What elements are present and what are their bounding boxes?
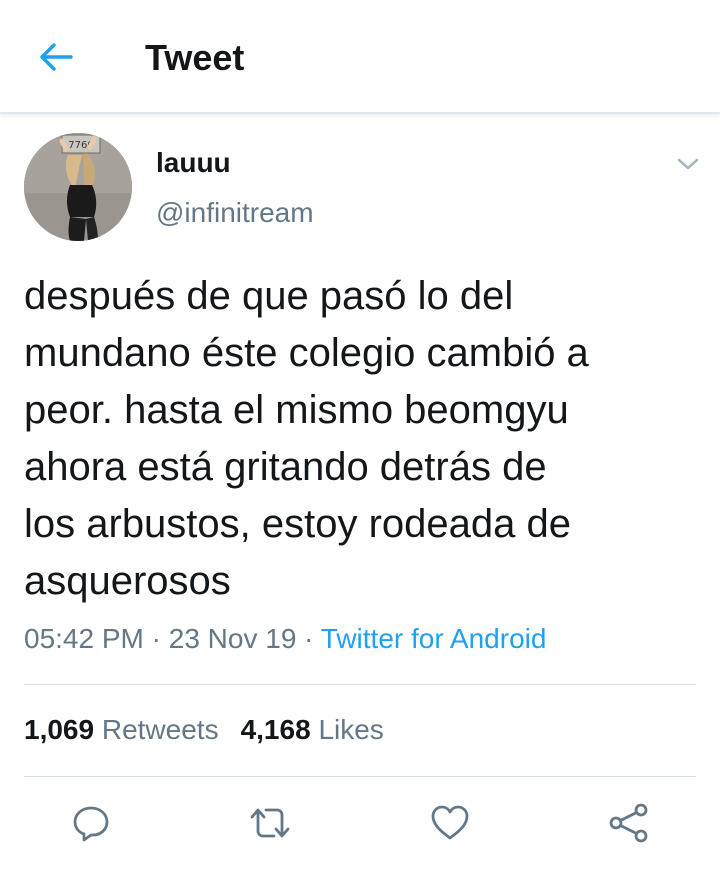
display-name[interactable]: lauuu [156,146,231,180]
tweet-text: después de que pasó lo del mundano éste … [24,274,589,603]
share-icon [609,803,648,843]
retweets-count: 1,069 [24,714,95,745]
avatar-photo: 7760 [24,133,132,241]
top-app-bar: Tweet [0,0,720,114]
chevron-down-icon [677,158,699,170]
likes-count: 4,168 [240,714,311,745]
arrow-left-icon [40,43,73,71]
share-button[interactable] [607,802,651,844]
tweet-time: 05:42 PM [24,623,144,654]
reply-icon [73,806,109,842]
tweet-date: 23 Nov 19 [168,623,297,654]
divider [24,776,696,777]
tweet-source-link[interactable]: Twitter for Android [321,623,547,654]
retweets-label: Retweets [101,714,219,745]
retweets-stat[interactable]: 1,069 Retweets [24,714,219,745]
like-button[interactable] [428,802,472,844]
reply-button[interactable] [69,802,113,844]
avatar[interactable]: 7760 [24,133,132,241]
tweet-options-button[interactable] [672,150,704,178]
retweet-button[interactable] [248,802,292,844]
likes-stat[interactable]: 4,168 Likes [241,714,384,745]
page-title: Tweet [145,37,245,78]
meta-separator: · [143,623,169,654]
meta-separator: · [296,623,321,654]
tweet-stats: 1,069 Retweets 4,168 Likes [24,713,384,747]
likes-label: Likes [318,714,384,745]
tweet-meta: 05:42 PM · 23 Nov 19 · Twitter for Andro… [24,622,546,656]
back-button[interactable] [30,34,82,80]
retweet-icon [250,808,290,838]
user-handle[interactable]: @infinitream [156,196,314,230]
divider [24,684,696,685]
heart-icon [431,805,469,840]
